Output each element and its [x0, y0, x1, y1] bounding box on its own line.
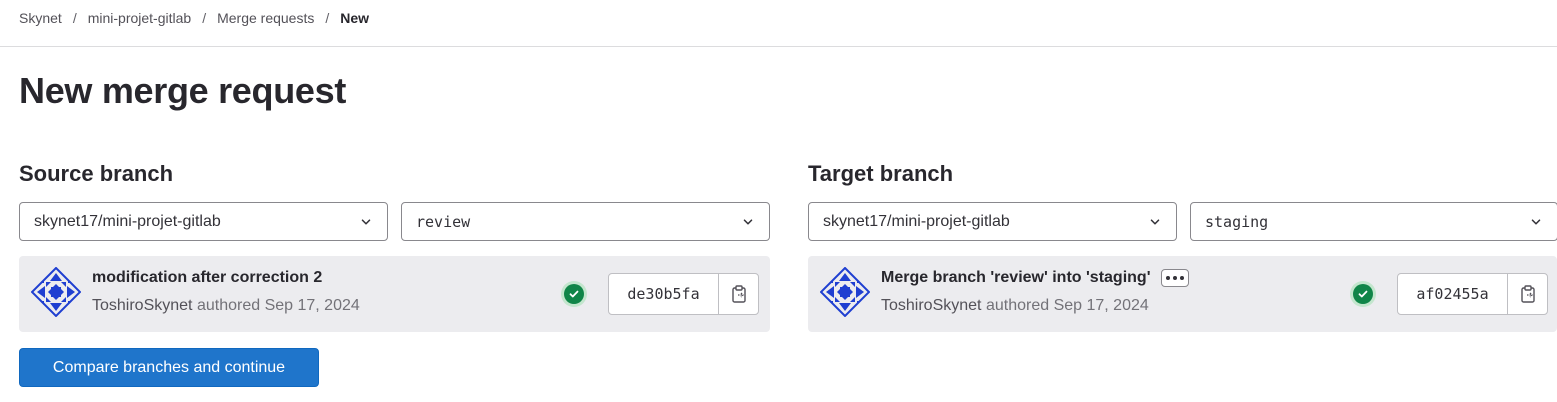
- pipeline-status[interactable]: [561, 281, 587, 307]
- commit-date: authored Sep 17, 2024: [985, 297, 1149, 314]
- target-branch-section: Target branch skynet17/mini-projet-gitla…: [808, 160, 1557, 335]
- header-divider: [0, 46, 1557, 47]
- compare-branches-button[interactable]: Compare branches and continue: [19, 348, 319, 387]
- source-project-dropdown[interactable]: skynet17/mini-projet-gitlab: [19, 202, 388, 241]
- avatar[interactable]: [31, 267, 81, 317]
- toggle-commit-description-button[interactable]: [1160, 269, 1189, 287]
- commit-title[interactable]: Merge branch 'review' into 'staging': [881, 269, 1151, 286]
- target-branch-dropdown[interactable]: staging: [1190, 202, 1557, 241]
- copy-to-clipboard-icon: [731, 285, 746, 303]
- breadcrumb-item-project[interactable]: mini-projet-gitlab: [88, 10, 191, 26]
- copy-to-clipboard-icon: [1520, 285, 1535, 303]
- breadcrumb-item-merge-requests[interactable]: Merge requests: [217, 10, 314, 26]
- copy-sha-button[interactable]: [1508, 274, 1547, 314]
- pipeline-status[interactable]: [1350, 281, 1376, 307]
- target-project-value: skynet17/mini-projet-gitlab: [823, 212, 1010, 230]
- commit-author[interactable]: ToshiroSkynet: [881, 297, 982, 314]
- commit-sha[interactable]: af02455a: [1398, 274, 1508, 314]
- chevron-down-icon: [361, 218, 371, 225]
- source-branch-heading: Source branch: [19, 161, 174, 186]
- page-title: New merge request: [19, 70, 347, 111]
- commit-title-row: Merge branch 'review' into 'staging': [881, 269, 1189, 287]
- check-circle-icon: [1353, 284, 1373, 304]
- breadcrumb: Skynet / mini-projet-gitlab / Merge requ…: [19, 8, 369, 28]
- breadcrumb-separator: /: [202, 10, 207, 26]
- copy-sha-button[interactable]: [719, 274, 758, 314]
- target-branch-heading: Target branch: [808, 161, 954, 186]
- breadcrumb-separator: /: [325, 10, 330, 26]
- breadcrumb-item-group[interactable]: Skynet: [19, 10, 62, 26]
- commit-date: authored Sep 17, 2024: [196, 297, 360, 314]
- source-project-value: skynet17/mini-projet-gitlab: [34, 212, 221, 230]
- breadcrumb-item-current[interactable]: New: [340, 10, 369, 26]
- target-branch-value: staging: [1205, 212, 1269, 231]
- source-branch-dropdown[interactable]: review: [401, 202, 770, 241]
- source-branch-value: review: [416, 212, 471, 231]
- commit-sha-group: af02455a: [1397, 273, 1548, 315]
- ellipsis-icon: [1165, 276, 1170, 280]
- commit-author[interactable]: ToshiroSkynet: [92, 297, 193, 314]
- target-commit-card: Merge branch 'review' into 'staging' Tos…: [808, 256, 1557, 332]
- commit-title[interactable]: modification after correction 2: [92, 269, 322, 287]
- source-branch-section: Source branch skynet17/mini-projet-gitla…: [19, 160, 771, 335]
- source-commit-card: modification after correction 2 ToshiroS…: [19, 256, 770, 332]
- chevron-down-icon: [1150, 218, 1160, 225]
- chevron-down-icon: [1531, 218, 1541, 225]
- target-project-dropdown[interactable]: skynet17/mini-projet-gitlab: [808, 202, 1177, 241]
- check-circle-icon: [564, 284, 584, 304]
- avatar[interactable]: [820, 267, 870, 317]
- breadcrumb-separator: /: [72, 10, 77, 26]
- commit-meta: ToshiroSkynet authored Sep 17, 2024: [881, 297, 1149, 315]
- commit-sha-group: de30b5fa: [608, 273, 759, 315]
- chevron-down-icon: [743, 218, 753, 225]
- commit-meta: ToshiroSkynet authored Sep 17, 2024: [92, 297, 360, 315]
- commit-sha[interactable]: de30b5fa: [609, 274, 719, 314]
